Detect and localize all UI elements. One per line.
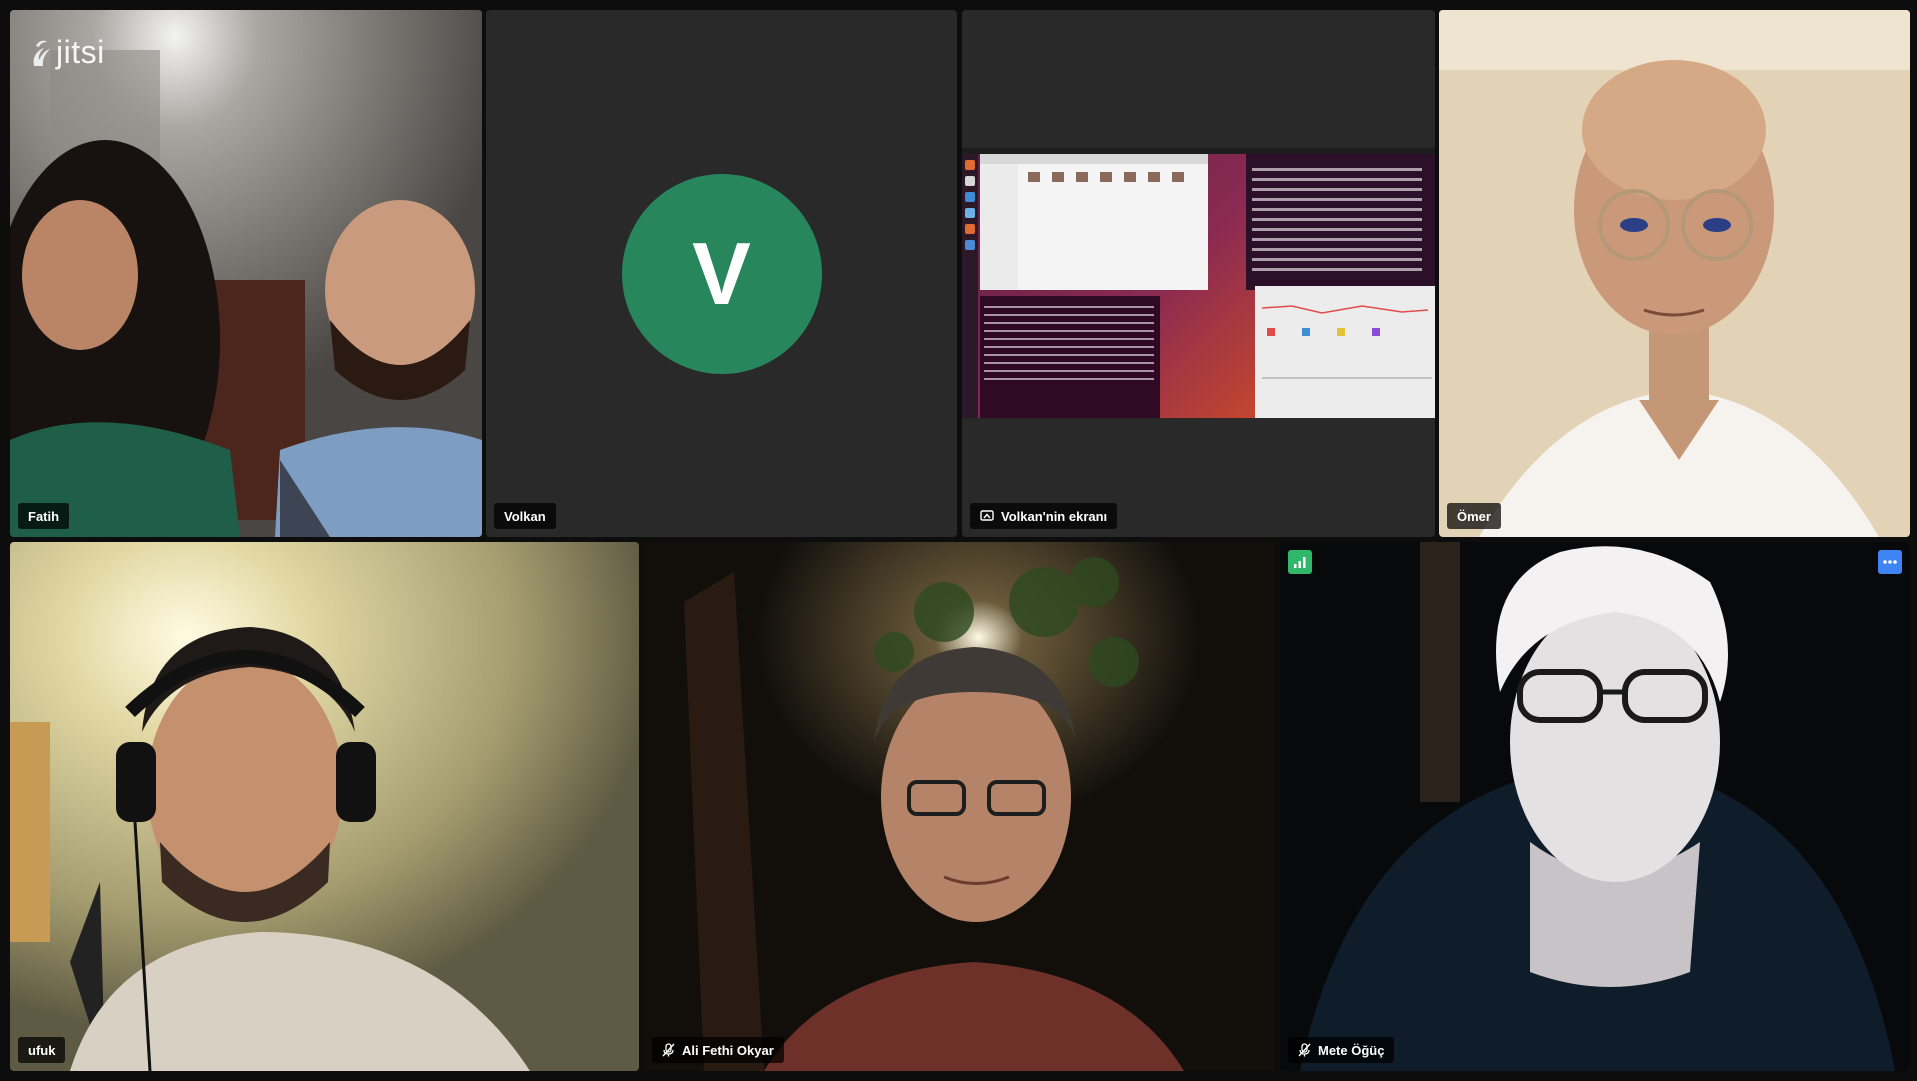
participant-name: Mete Öğüç — [1318, 1042, 1385, 1058]
participant-name: Ali Fethi Okyar — [682, 1042, 774, 1058]
shared-screen-content — [962, 148, 1435, 418]
more-options-icon — [1883, 560, 1897, 564]
signal-bars-icon — [1294, 557, 1306, 568]
participant-tile-omer[interactable]: Ömer — [1439, 10, 1910, 537]
participant-tile-screen-share[interactable]: Volkan'nin ekranı — [962, 10, 1435, 537]
participant-menu-button[interactable] — [1878, 550, 1902, 574]
name-tag-screen-share: Volkan'nin ekranı — [970, 503, 1118, 529]
screen-share-icon — [980, 510, 994, 521]
participant-name: Ömer — [1457, 508, 1491, 524]
participant-tile-fatih[interactable]: jitsi Fatih — [10, 10, 482, 537]
participant-name: ufuk — [28, 1042, 56, 1058]
name-tag-mete: Mete Öğüç — [1288, 1037, 1395, 1063]
video-feed-fatih — [10, 10, 482, 537]
jitsi-logo: jitsi — [30, 34, 105, 71]
participant-tile-volkan[interactable]: V Volkan — [486, 10, 957, 537]
jitsi-logo-icon — [33, 40, 50, 66]
participant-name: Fatih — [28, 508, 60, 524]
jitsi-logo-text: jitsi — [56, 34, 105, 70]
participant-name: Volkan — [504, 508, 546, 524]
name-tag-fatih: Fatih — [18, 503, 70, 529]
participant-tile-ali[interactable]: Ali Fethi Okyar — [644, 542, 1275, 1071]
participant-name: Volkan'nin ekranı — [1001, 508, 1108, 524]
avatar: V — [621, 173, 822, 374]
name-tag-ali: Ali Fethi Okyar — [652, 1037, 784, 1063]
mic-muted-icon — [1298, 1043, 1311, 1057]
name-tag-volkan: Volkan — [494, 503, 556, 529]
participant-tile-ufuk[interactable]: ufuk — [10, 542, 639, 1071]
video-feed-ufuk — [10, 542, 639, 1071]
name-tag-omer: Ömer — [1447, 503, 1501, 529]
participant-tile-mete[interactable]: Mete Öğüç — [1280, 542, 1910, 1071]
connection-indicator[interactable] — [1288, 550, 1312, 574]
mic-muted-icon — [662, 1043, 675, 1057]
video-feed-ali — [644, 542, 1275, 1071]
video-feed-omer — [1439, 10, 1910, 537]
video-feed-mete — [1280, 542, 1910, 1071]
shared-screen — [962, 148, 1435, 418]
name-tag-ufuk: ufuk — [18, 1037, 66, 1063]
video-grid: jitsi Fatih V Volkan Volkan'nin ekranı Ö… — [0, 0, 1917, 1081]
